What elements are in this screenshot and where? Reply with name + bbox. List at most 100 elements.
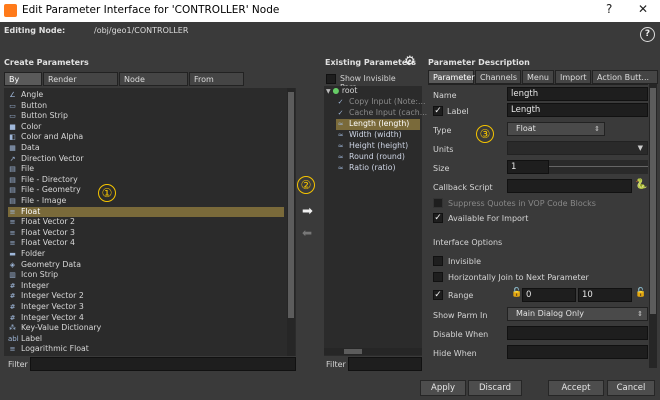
type-item[interactable]: ▤ File - Image bbox=[8, 196, 284, 207]
range-min-field[interactable]: 0 bbox=[522, 288, 576, 302]
type-item-label: Float bbox=[21, 206, 41, 216]
tab-from-nodes[interactable]: From Nodes bbox=[189, 72, 244, 98]
invisible-checkbox[interactable] bbox=[433, 256, 443, 266]
type-item[interactable]: ■ Color bbox=[8, 122, 284, 133]
create-filter-input[interactable] bbox=[30, 357, 296, 371]
existing-param-label: Ratio (ratio) bbox=[349, 163, 396, 172]
description-scroll-thumb[interactable] bbox=[650, 88, 656, 314]
type-item[interactable]: ↗ Direction Vector bbox=[8, 154, 284, 165]
type-list-scroll-thumb[interactable] bbox=[288, 92, 294, 318]
tab-action-buttons[interactable]: Action Butt... bbox=[592, 70, 658, 84]
accept-button[interactable]: Accept bbox=[548, 380, 604, 396]
type-item[interactable]: ▤ File bbox=[8, 164, 284, 175]
type-item[interactable]: ▤ File - Geometry bbox=[8, 185, 284, 196]
horizontal-join-checkbox[interactable] bbox=[433, 272, 443, 282]
help-window-button[interactable]: ? bbox=[606, 2, 612, 16]
range-max-lock-icon[interactable]: 🔓 bbox=[635, 288, 646, 298]
tab-parameter[interactable]: Parameter bbox=[428, 70, 475, 84]
type-item[interactable]: # Integer Vector 2 bbox=[8, 291, 284, 302]
existing-param-item[interactable]: ≈ Ratio (ratio) bbox=[336, 163, 420, 174]
tree-hscrollbar[interactable] bbox=[324, 348, 422, 355]
type-item[interactable]: ▥ Icon Strip bbox=[8, 270, 284, 281]
type-item-icon: # bbox=[9, 292, 16, 301]
disable-when-field[interactable] bbox=[507, 326, 648, 340]
float-param-icon: ≈ bbox=[337, 142, 344, 150]
size-field[interactable]: 1 bbox=[507, 160, 549, 174]
discard-button[interactable]: Discard bbox=[468, 380, 522, 396]
type-item[interactable]: # Integer Vector 3 bbox=[8, 302, 284, 313]
float-param-icon: ≈ bbox=[337, 120, 344, 128]
python-icon[interactable]: 🐍 bbox=[635, 179, 647, 190]
type-item[interactable]: ▭ Button bbox=[8, 101, 284, 112]
type-item[interactable]: # Integer Vector 4 bbox=[8, 313, 284, 324]
type-item[interactable]: # Integer bbox=[8, 281, 284, 292]
size-slider[interactable] bbox=[549, 160, 648, 174]
close-window-button[interactable]: ✕ bbox=[638, 2, 648, 16]
type-item[interactable]: ▦ Data bbox=[8, 143, 284, 154]
tree-root[interactable]: ▼ ● root bbox=[326, 86, 357, 97]
type-item[interactable]: ≡ Logarithmic Float bbox=[8, 344, 284, 355]
show-invisible-checkbox[interactable] bbox=[326, 74, 336, 84]
type-select[interactable]: Float ⇕ bbox=[507, 122, 605, 136]
gear-icon[interactable]: ⚙ bbox=[404, 54, 416, 69]
tab-menu[interactable]: Menu bbox=[522, 70, 554, 84]
name-field[interactable]: length bbox=[507, 87, 648, 101]
description-scrollbar[interactable] bbox=[649, 84, 657, 368]
existing-parameters-panel: Existing Parameters ⚙ Show Invisible Par… bbox=[322, 44, 428, 376]
type-item[interactable]: ∠ Angle bbox=[8, 90, 284, 101]
existing-param-item[interactable]: ≈ Width (width) bbox=[336, 130, 420, 141]
label-label: Label bbox=[447, 107, 469, 116]
units-select[interactable]: ▼ bbox=[507, 141, 648, 155]
existing-param-item[interactable]: ≈ Height (height) bbox=[336, 141, 420, 152]
editing-node-path: /obj/geo1/CONTROLLER bbox=[94, 26, 189, 35]
label-checkbox[interactable]: ✓ bbox=[433, 106, 443, 116]
type-list-scrollbar[interactable] bbox=[287, 88, 295, 356]
suppress-quotes-checkbox[interactable] bbox=[433, 198, 443, 208]
tab-channels[interactable]: Channels bbox=[475, 70, 521, 84]
tree-hscroll-thumb[interactable] bbox=[344, 349, 362, 354]
existing-param-item[interactable]: ≈ Length (length) bbox=[336, 119, 420, 130]
type-item[interactable]: ≡ Float bbox=[8, 206, 284, 218]
type-item-icon: ■ bbox=[9, 122, 16, 131]
show-parm-in-select[interactable]: Main Dialog Only ⇕ bbox=[507, 307, 648, 321]
float-param-icon: ≈ bbox=[337, 131, 344, 139]
type-item[interactable]: ▭ Button Strip bbox=[8, 111, 284, 122]
hide-when-field[interactable] bbox=[507, 345, 648, 359]
range-min-lock-icon[interactable]: 🔓 bbox=[511, 288, 522, 298]
available-import-checkbox[interactable]: ✓ bbox=[433, 213, 443, 223]
type-item-icon: ▤ bbox=[9, 165, 16, 174]
label-field[interactable]: Length bbox=[507, 103, 648, 117]
invisible-label: Invisible bbox=[448, 257, 481, 266]
type-item-label: Integer bbox=[21, 280, 50, 290]
type-item-icon: ≡ bbox=[9, 218, 16, 227]
range-checkbox[interactable]: ✓ bbox=[433, 290, 443, 300]
type-item-label: Folder bbox=[21, 249, 46, 258]
help-icon[interactable]: ? bbox=[640, 27, 655, 42]
existing-param-item[interactable]: ✓ Copy Input (Note:... bbox=[336, 97, 426, 108]
type-item[interactable]: ≡ Float Vector 2 bbox=[8, 217, 284, 228]
type-item[interactable]: abl Label bbox=[8, 334, 284, 345]
tab-node-properties[interactable]: Node Properties bbox=[119, 72, 188, 98]
tab-by-type[interactable]: By Type bbox=[4, 72, 42, 98]
cancel-button[interactable]: Cancel bbox=[607, 380, 655, 396]
type-item[interactable]: ◈ Geometry Data bbox=[8, 260, 284, 271]
callback-script-field[interactable] bbox=[507, 179, 632, 193]
type-item[interactable]: ⁂ Key-Value Dictionary bbox=[8, 323, 284, 334]
type-item[interactable]: ◧ Color and Alpha bbox=[8, 132, 284, 143]
apply-button[interactable]: Apply bbox=[420, 380, 466, 396]
tab-import[interactable]: Import bbox=[555, 70, 591, 84]
interface-options-label: Interface Options bbox=[433, 238, 503, 247]
existing-param-item[interactable]: ≈ Round (round) bbox=[336, 152, 420, 163]
range-max-field[interactable]: 10 bbox=[578, 288, 632, 302]
add-parameter-arrow-icon[interactable]: ➡ bbox=[302, 204, 313, 219]
remove-parameter-arrow-icon[interactable]: ⬅ bbox=[302, 226, 312, 240]
type-item[interactable]: ≡ Float Vector 4 bbox=[8, 238, 284, 249]
type-item[interactable]: ▤ File - Directory bbox=[8, 175, 284, 186]
existing-param-item[interactable]: ✓ Cache Input (cach... bbox=[336, 108, 428, 119]
type-item[interactable]: ▬ Folder bbox=[8, 249, 284, 260]
tab-render-properties[interactable]: Render Properties bbox=[43, 72, 118, 98]
type-item[interactable]: ≡ Float Vector 3 bbox=[8, 228, 284, 239]
type-item-label: Integer Vector 4 bbox=[21, 312, 84, 322]
existing-filter-input[interactable] bbox=[348, 357, 422, 371]
float-param-icon: ≈ bbox=[337, 164, 344, 172]
